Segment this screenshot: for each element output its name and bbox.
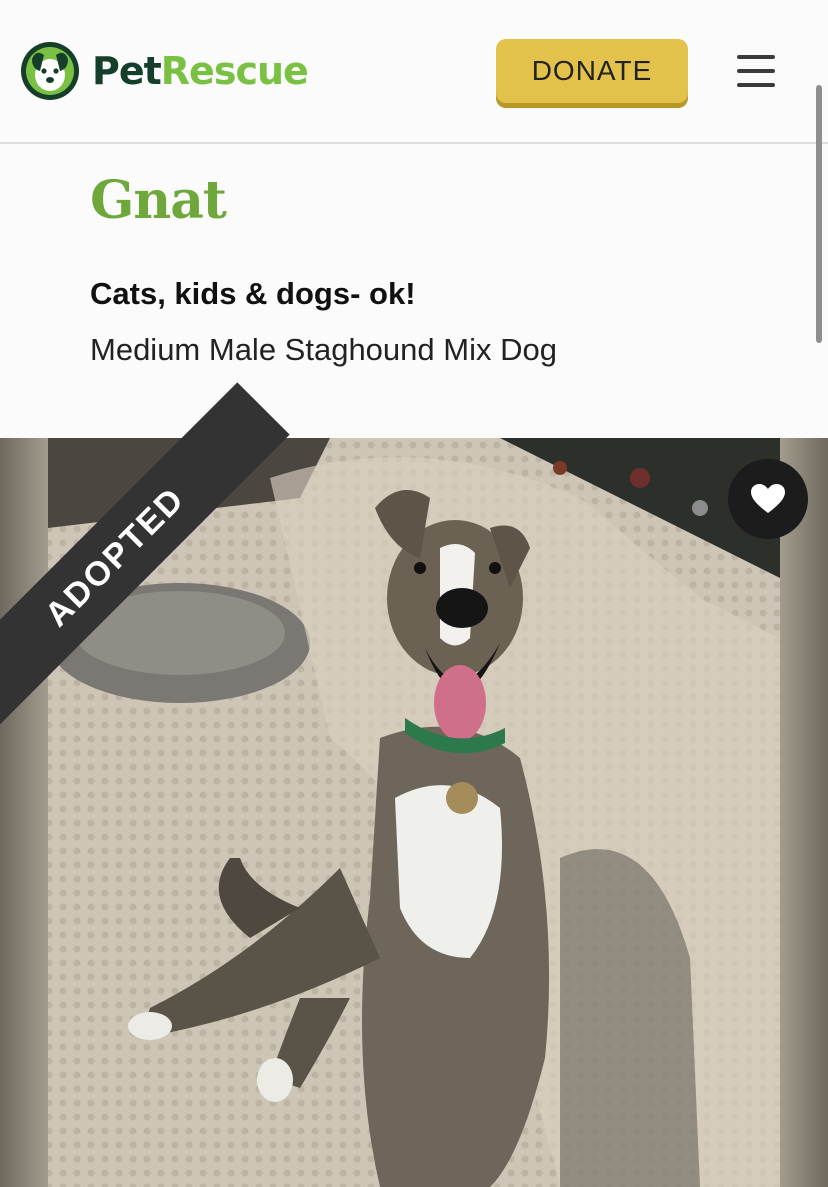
scrollbar[interactable] bbox=[816, 85, 822, 343]
brand-rescue: Rescue bbox=[160, 49, 309, 93]
donate-button[interactable]: DONATE bbox=[496, 39, 688, 103]
heart-icon bbox=[751, 484, 785, 513]
pet-description: Medium Male Staghound Mix Dog bbox=[90, 332, 557, 367]
site-header: PetRescue DONATE bbox=[0, 0, 828, 144]
petrescue-logo-icon bbox=[21, 42, 79, 100]
petrescue-logo[interactable]: PetRescue bbox=[20, 41, 309, 101]
menu-line bbox=[737, 55, 775, 59]
hamburger-menu-icon[interactable] bbox=[737, 55, 775, 87]
pet-name: Gnat bbox=[90, 170, 227, 231]
menu-line bbox=[737, 69, 775, 73]
brand-pet: Pet bbox=[92, 49, 162, 93]
favourite-button[interactable] bbox=[728, 459, 808, 539]
menu-line bbox=[737, 83, 775, 87]
brand-wordmark: PetRescue bbox=[92, 49, 309, 93]
pet-tagline: Cats, kids & dogs- ok! bbox=[90, 276, 416, 311]
